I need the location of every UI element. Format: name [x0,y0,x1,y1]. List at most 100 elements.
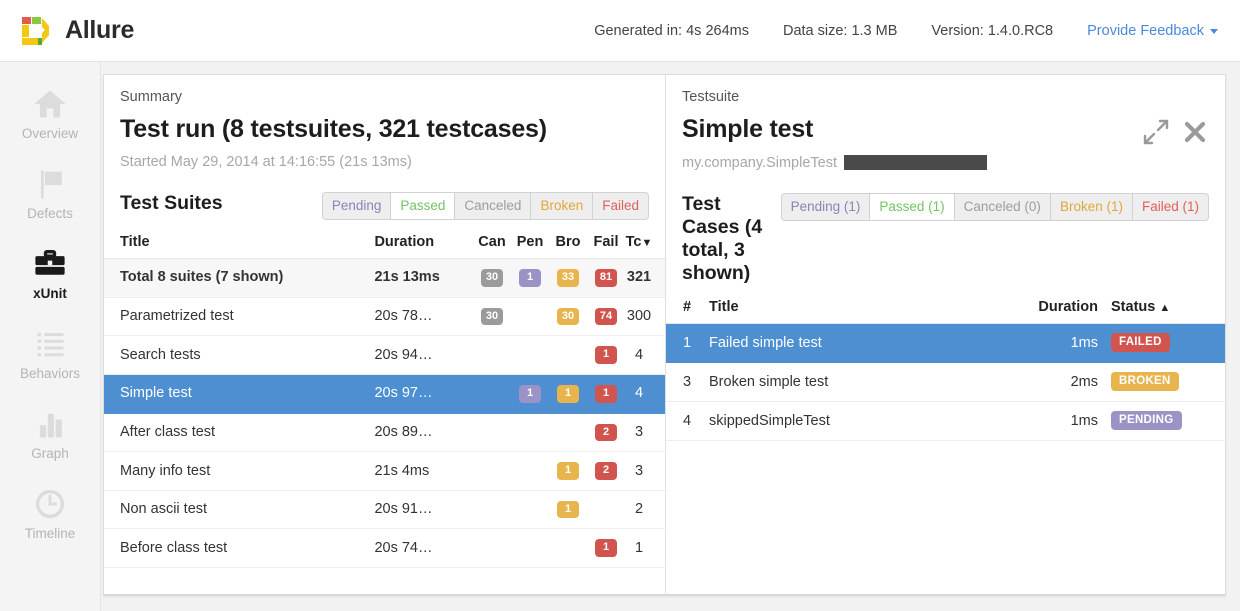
case-duration: 1ms [966,324,1107,363]
suite-duration: 20s 97… [374,374,473,413]
provide-feedback-link[interactable]: Provide Feedback [1087,23,1218,39]
table-row[interactable]: Many info test21s 4ms123 [104,452,665,491]
failed-badge: 2 [595,424,617,442]
suite-title: Parametrized test [104,297,374,336]
col-duration[interactable]: Duration [374,220,473,259]
col-total[interactable]: Tc▼ [625,220,665,259]
expand-arrows-icon[interactable] [1143,119,1169,145]
failed-badge: 1 [595,385,617,403]
sidebar-item-defects[interactable]: Defects [0,154,100,234]
provide-feedback-label: Provide Feedback [1087,23,1204,39]
sidebar-item-graph[interactable]: Graph [0,394,100,474]
filter-passed[interactable]: Passed (1) [870,193,954,221]
sidebar-item-label: Timeline [25,526,76,541]
suite-total-count: 2 [625,490,665,529]
suite-status-filters: Pending Passed Canceled Broken Failed [322,192,649,220]
failed-badge: 74 [595,308,617,326]
filter-canceled[interactable]: Canceled [455,192,531,220]
suite-pending-count: 1 [511,259,549,298]
flag-icon [32,167,68,201]
case-title: Failed simple test [700,324,966,363]
case-status-filters: Pending (1) Passed (1) Canceled (0) Brok… [781,193,1209,221]
sidebar-item-label: Defects [27,206,73,221]
case-index: 3 [666,363,700,402]
case-status: FAILED [1107,324,1225,363]
col-title[interactable]: Title [700,285,966,324]
suite-pending-count [511,452,549,491]
suite-failed-count: 1 [587,529,625,568]
table-row[interactable]: 1Failed simple test1msFAILED [666,324,1225,363]
suite-canceled-count [473,529,511,568]
broken-badge: 1 [557,501,579,519]
brand[interactable]: Allure [18,14,134,48]
filter-broken[interactable]: Broken [531,192,593,220]
filter-failed[interactable]: Failed [593,192,649,220]
suite-failed-count: 81 [587,259,625,298]
col-duration[interactable]: Duration [966,285,1107,324]
suite-total-count: 3 [625,452,665,491]
col-index[interactable]: # [666,285,700,324]
allure-logo-icon [18,14,52,48]
suite-duration: 21s 4ms [374,452,473,491]
table-row[interactable]: Simple test20s 97…1114 [104,374,665,413]
sidebar: Overview Defects xUnit [0,62,101,611]
case-title: Broken simple test [700,363,966,402]
suite-pending-count: 1 [511,374,549,413]
table-row[interactable]: Parametrized test20s 78…303074300 [104,297,665,336]
status-badge: FAILED [1111,333,1170,352]
filter-broken[interactable]: Broken (1) [1051,193,1133,221]
data-size: Data size: 1.3 MB [783,23,897,39]
case-duration: 2ms [966,363,1107,402]
table-row[interactable]: Total 8 suites (7 shown)21s 13ms30133813… [104,259,665,298]
brand-name: Allure [65,16,134,45]
col-status[interactable]: Status ▲ [1107,285,1225,324]
sidebar-item-behaviors[interactable]: Behaviors [0,314,100,394]
package-name: my.company.SimpleTest [682,155,837,171]
filter-pending[interactable]: Pending (1) [781,193,871,221]
suite-total-count: 1 [625,529,665,568]
col-pending[interactable]: Pen [511,220,549,259]
table-header-row: # Title Duration Status ▲ [666,285,1225,324]
suite-title: Before class test [104,529,374,568]
broken-badge: 1 [557,385,579,403]
table-row[interactable]: Before class test20s 74…11 [104,529,665,568]
close-icon[interactable] [1183,119,1207,145]
table-row[interactable]: Non ascii test20s 91…12 [104,490,665,529]
suite-total-count: 3 [625,413,665,452]
suite-broken-count: 1 [549,452,587,491]
table-row[interactable]: Search tests20s 94…14 [104,336,665,375]
sidebar-item-timeline[interactable]: Timeline [0,474,100,554]
col-canceled[interactable]: Can [473,220,511,259]
suite-total-count: 300 [625,297,665,336]
sidebar-item-overview[interactable]: Overview [0,74,100,154]
suite-broken-count [549,336,587,375]
suite-canceled-count [473,452,511,491]
suite-total-count: 321 [625,259,665,298]
table-row[interactable]: After class test20s 89…23 [104,413,665,452]
filter-failed[interactable]: Failed (1) [1133,193,1209,221]
broken-badge: 30 [557,308,579,326]
table-row[interactable]: 4skippedSimpleTest1msPENDING [666,402,1225,441]
table-row[interactable]: 3Broken simple test2msBROKEN [666,363,1225,402]
filter-pending[interactable]: Pending [322,192,392,220]
suite-title: Search tests [104,336,374,375]
col-title[interactable]: Title [104,220,374,259]
col-broken[interactable]: Bro [549,220,587,259]
suite-duration: 21s 13ms [374,259,473,298]
briefcase-icon [32,247,68,281]
suite-canceled-count [473,336,511,375]
filter-canceled[interactable]: Canceled (0) [955,193,1051,221]
col-failed[interactable]: Fail [587,220,625,259]
sidebar-item-label: Graph [31,446,69,461]
filter-passed[interactable]: Passed [391,192,455,220]
header-meta: Generated in: 4s 264ms Data size: 1.3 MB… [594,23,1224,39]
suite-pending-count [511,529,549,568]
suite-broken-count [549,529,587,568]
suite-duration: 20s 89… [374,413,473,452]
sidebar-item-label: Overview [22,126,78,141]
suite-canceled-count: 30 [473,259,511,298]
suite-pending-count [511,413,549,452]
suite-pending-count [511,490,549,529]
sidebar-item-xunit[interactable]: xUnit [0,234,100,314]
case-status: PENDING [1107,402,1225,441]
